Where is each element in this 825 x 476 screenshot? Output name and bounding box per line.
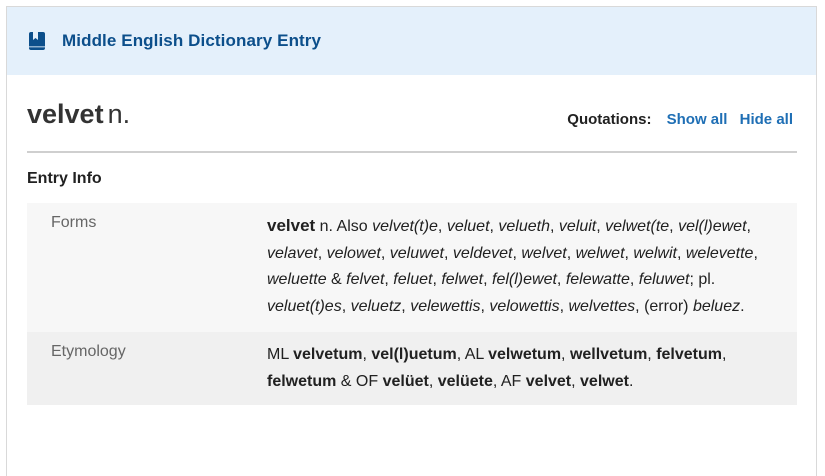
forms-segment: veldevet xyxy=(452,244,513,262)
banner-title: Middle English Dictionary Entry xyxy=(62,31,322,50)
etymology-segment: velvet xyxy=(525,372,572,390)
forms-segment: veluit xyxy=(558,218,597,235)
forms-segment: , xyxy=(676,244,686,262)
etymology-segment: velüete xyxy=(437,372,493,390)
forms-segment: & xyxy=(326,271,347,288)
forms-segment: . xyxy=(740,297,745,315)
forms-segment: ; pl. xyxy=(689,271,716,288)
entry-banner: Middle English Dictionary Entry xyxy=(7,7,816,75)
forms-segment: , xyxy=(380,244,390,262)
forms-segment: velavet xyxy=(267,244,318,262)
forms-value: velvet n. Also velvet(t)e, veluet, velue… xyxy=(267,213,797,320)
forms-segment: veluetz xyxy=(350,297,402,315)
forms-segment: welwit xyxy=(633,244,677,262)
etymology-value: ML velvetum, vel(l)uetum, AL velwetum, w… xyxy=(267,342,797,395)
etymology-segment: velüet xyxy=(382,372,429,390)
forms-segment: , xyxy=(384,271,394,288)
forms-segment: , xyxy=(753,244,758,262)
etymology-segment: , xyxy=(362,346,372,363)
quotations-label: Quotations: xyxy=(567,111,652,128)
forms-segment: velewettis xyxy=(410,297,481,315)
forms-segment: , xyxy=(550,218,559,235)
entry-card: Middle English Dictionary Entry velvet n.… xyxy=(6,6,817,476)
entry-info-table: Forms velvet n. Also velvet(t)e, veluet,… xyxy=(27,203,797,405)
forms-segment: velvet xyxy=(267,216,316,235)
etymology-segment: velwetum xyxy=(488,346,562,363)
etymology-segment: , AL xyxy=(456,346,489,363)
etymology-segment: , xyxy=(571,372,581,390)
etymology-segment: velwet xyxy=(580,372,629,390)
forms-segment: , xyxy=(669,218,679,235)
forms-segment: , xyxy=(443,244,453,262)
forms-segment: veluwet xyxy=(389,244,444,262)
entry-header: velvet n. Quotations: Show all Hide all xyxy=(27,93,797,153)
part-of-speech: n. xyxy=(107,99,131,129)
forms-segment: , xyxy=(480,297,490,315)
etymology-segment: , xyxy=(561,346,570,363)
forms-segment: welvet xyxy=(521,244,567,262)
etymology-segment: , AF xyxy=(492,372,526,390)
forms-segment: beluez xyxy=(692,297,741,315)
forms-segment: fel(l)ewet xyxy=(492,271,557,288)
forms-segment: , xyxy=(556,271,566,288)
forms-segment: , xyxy=(341,297,351,315)
forms-segment: velowettis xyxy=(489,297,560,315)
forms-segment: , xyxy=(401,297,411,315)
etymology-segment: felwetum xyxy=(267,372,337,390)
forms-segment: , (error) xyxy=(635,297,693,315)
etymology-segment: ML xyxy=(267,346,294,363)
forms-segment: feluwet xyxy=(638,271,690,288)
etymology-label: Etymology xyxy=(51,343,126,360)
headword: velvet n. xyxy=(27,99,130,130)
etymology-segment: & OF xyxy=(336,372,383,390)
quotations-controls: Quotations: Show all Hide all xyxy=(567,111,793,128)
etymology-segment: . xyxy=(628,372,634,390)
forms-segment: vel(l)ewet xyxy=(678,218,747,235)
forms-segment: , xyxy=(317,244,327,262)
forms-segment: feluet xyxy=(393,271,433,288)
forms-segment: felvet xyxy=(346,271,385,288)
etymology-segment: , xyxy=(647,346,657,363)
hide-all-link[interactable]: Hide all xyxy=(740,111,793,128)
forms-segment: , xyxy=(629,271,639,288)
forms-segment: velueth xyxy=(498,218,550,235)
forms-segment: , xyxy=(746,218,751,235)
forms-segment: , xyxy=(596,218,606,235)
headword-text: velvet xyxy=(27,99,104,129)
forms-segment: felwet xyxy=(441,271,484,288)
forms-segment: welwet xyxy=(575,244,625,262)
show-all-link[interactable]: Show all xyxy=(667,111,728,128)
etymology-segment: wellvetum xyxy=(569,346,648,363)
forms-row: Forms velvet n. Also velvet(t)e, veluet,… xyxy=(27,203,797,332)
etymology-segment: velvetum xyxy=(293,346,363,363)
forms-segment: velwet(te xyxy=(605,218,670,235)
forms-segment: velowet xyxy=(326,244,381,262)
etymology-row: Etymology ML velvetum, vel(l)uetum, AL v… xyxy=(27,332,797,405)
forms-segment: velvet(t)e xyxy=(372,218,438,235)
etymology-segment: vel(l)uetum xyxy=(371,346,457,363)
forms-segment: veluet(t)es xyxy=(267,297,342,315)
book-icon xyxy=(28,31,46,51)
forms-segment: weluette xyxy=(267,271,327,288)
forms-segment: , xyxy=(432,271,442,288)
forms-segment: welevette xyxy=(685,244,754,262)
forms-segment: n. Also xyxy=(315,218,373,235)
forms-segment: , xyxy=(437,218,447,235)
etymology-segment: felvetum xyxy=(656,346,722,363)
forms-segment: , xyxy=(483,271,493,288)
forms-label: Forms xyxy=(51,214,97,231)
forms-segment: veluet xyxy=(446,218,490,235)
section-title: Entry Info xyxy=(27,170,102,187)
etymology-segment: , xyxy=(721,346,727,363)
forms-segment: , xyxy=(566,244,576,262)
etymology-segment: , xyxy=(428,372,438,390)
forms-segment: felewatte xyxy=(565,271,630,288)
forms-segment: welvettes xyxy=(568,297,636,315)
